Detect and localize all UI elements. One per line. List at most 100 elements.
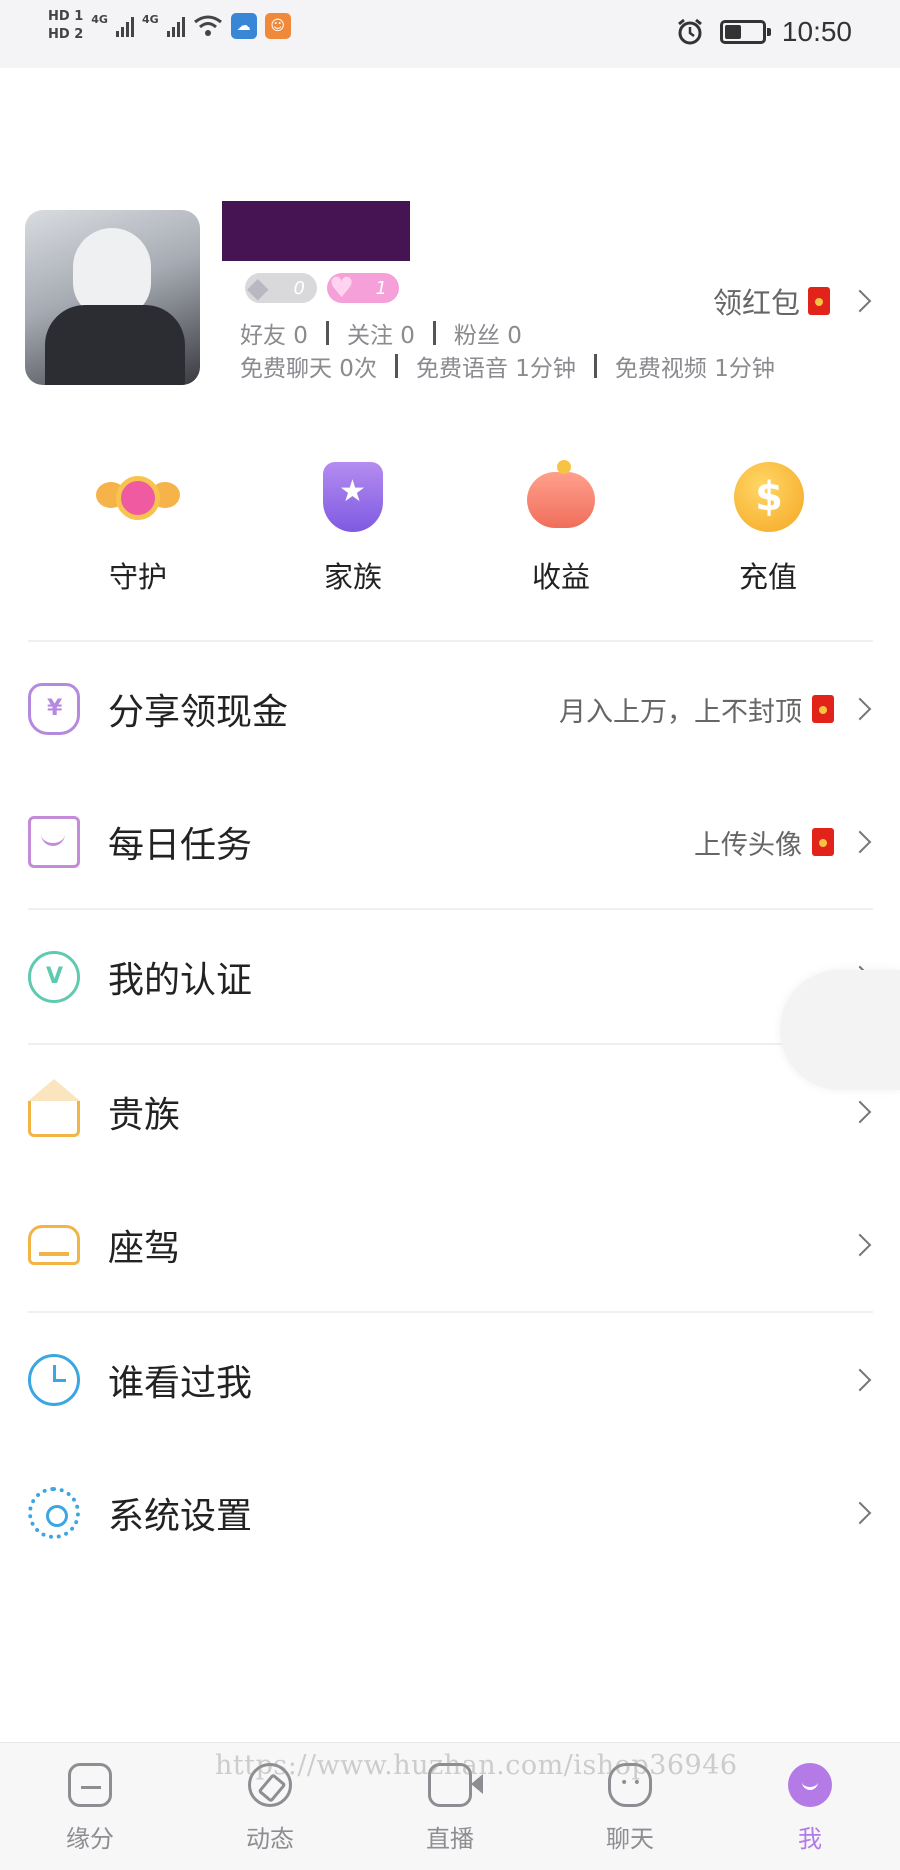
menu-item-verification[interactable]: 我的认证 <box>0 922 900 1032</box>
notification-app-icon: ☺ <box>264 13 291 39</box>
status-right: 10:50 <box>676 16 852 48</box>
network-type-1: 4G <box>91 12 108 26</box>
watermark-text: https://www.huzhan.com/ishop36946 <box>215 1750 738 1781</box>
crown-icon <box>28 1079 80 1137</box>
me-smile-icon <box>788 1763 832 1807</box>
visitor-clock-icon <box>28 1354 80 1406</box>
diamond-badge: ◆ 0 <box>245 271 317 304</box>
money-bag-icon <box>28 683 80 735</box>
signal-icon-2 <box>166 15 185 37</box>
menu-hint-text: 月入上万，上不封顶 <box>559 696 802 728</box>
section-divider <box>28 908 873 910</box>
hd1-label: HD 1 <box>48 9 84 24</box>
signal-icon-1 <box>115 15 134 37</box>
free-quota-stats: 免费聊天 0次 免费语音 1分钟 免费视频 1分钟 <box>240 349 775 383</box>
status-bar: HD 1 HD 2 4G 4G ☁ ☺ 10:50 <box>0 0 900 68</box>
menu-item-visitors[interactable]: 谁看过我 <box>0 1325 900 1435</box>
menu-item-hint <box>848 1100 872 1124</box>
red-envelope-icon <box>808 287 830 315</box>
section-divider <box>28 1311 873 1313</box>
level-badges: ◆ 0 ♥ 1 <box>245 271 399 304</box>
family-shield-icon: ★ <box>311 460 395 540</box>
diamond-count: 0 <box>293 277 305 299</box>
battery-icon <box>719 20 771 44</box>
chevron-right-icon <box>848 289 872 313</box>
menu-item-hint: 月入上万，上不封顶 <box>559 690 872 729</box>
chevron-right-icon <box>848 1233 872 1257</box>
piggy-bank-icon <box>519 460 603 540</box>
menu-item-hint: 上传头像 <box>694 823 872 862</box>
chevron-right-icon <box>848 1368 872 1392</box>
red-envelope-icon <box>812 828 834 856</box>
task-envelope-icon <box>28 816 80 868</box>
tab-label: 缘分 <box>66 1825 114 1853</box>
social-stats: 好友 0 关注 0 粉丝 0 <box>240 316 522 350</box>
chevron-right-icon <box>848 1100 872 1124</box>
claim-red-packet-button[interactable]: 领红包 <box>712 280 872 322</box>
guard-heart-icon <box>96 460 180 540</box>
heart-icon: ♥ <box>329 271 355 304</box>
floating-assist-button[interactable] <box>780 970 900 1090</box>
tab-fate[interactable]: 缘分 <box>30 1763 150 1854</box>
stats-divider <box>325 321 329 345</box>
menu-item-hint <box>848 1368 872 1392</box>
heart-badge: ♥ 1 <box>327 271 399 304</box>
tab-label: 动态 <box>246 1825 294 1853</box>
menu-item-hint <box>848 1501 872 1525</box>
tab-label: 直播 <box>426 1825 474 1853</box>
quick-action-guard[interactable]: 守护 <box>63 460 213 596</box>
diamond-icon: ◆ <box>247 271 269 304</box>
quick-action-label: 收益 <box>531 560 590 594</box>
menu-item-label: 谁看过我 <box>108 1363 253 1404</box>
verify-badge-icon <box>28 951 80 1003</box>
quick-action-label: 守护 <box>108 560 167 594</box>
free-voice-quota: 免费语音 1分钟 <box>415 356 576 382</box>
alarm-icon <box>677 18 702 45</box>
menu-item-daily-task[interactable]: 每日任务 上传头像 <box>0 787 900 897</box>
menu-hint-text: 上传头像 <box>694 829 802 861</box>
wifi-icon <box>193 15 222 36</box>
dollar-coin-icon: $ <box>726 460 810 540</box>
tab-label: 聊天 <box>606 1825 654 1853</box>
tab-me[interactable]: 我 <box>750 1763 870 1854</box>
friends-count[interactable]: 好友 0 <box>240 316 308 350</box>
free-video-quota: 免费视频 1分钟 <box>614 356 775 382</box>
quick-action-family[interactable]: ★ 家族 <box>278 460 428 596</box>
menu-item-label: 分享领现金 <box>108 692 289 733</box>
home-icon <box>68 1763 112 1807</box>
chevron-right-icon <box>848 697 872 721</box>
menu-item-settings[interactable]: 系统设置 <box>0 1458 900 1568</box>
menu-item-label: 我的认证 <box>108 960 253 1001</box>
stats-divider <box>432 321 436 345</box>
heart-count: 1 <box>375 277 387 299</box>
status-left: HD 1 HD 2 4G 4G ☁ ☺ <box>48 10 291 42</box>
quick-action-topup[interactable]: $ 充值 <box>693 460 843 596</box>
red-envelope-icon <box>812 695 834 723</box>
menu-item-label: 贵族 <box>108 1095 181 1136</box>
following-count[interactable]: 关注 0 <box>347 316 415 350</box>
chevron-right-icon <box>848 1501 872 1525</box>
settings-gear-icon <box>28 1487 80 1539</box>
menu-item-label: 每日任务 <box>108 825 253 866</box>
hd2-label: HD 2 <box>48 27 84 42</box>
clock-time: 10:50 <box>781 16 852 47</box>
chevron-right-icon <box>848 830 872 854</box>
avatar[interactable] <box>25 210 200 385</box>
free-chat-quota: 免费聊天 0次 <box>240 356 377 382</box>
menu-item-share-cash[interactable]: 分享领现金 月入上万，上不封顶 <box>0 654 900 764</box>
fans-count[interactable]: 粉丝 0 <box>454 316 522 350</box>
username-redacted <box>222 201 410 261</box>
section-divider <box>28 640 873 642</box>
menu-item-nobility[interactable]: 贵族 <box>0 1057 900 1167</box>
menu-item-vehicle[interactable]: 座驾 <box>0 1190 900 1300</box>
cloud-app-icon: ☁ <box>230 13 257 39</box>
stats-divider <box>394 354 398 378</box>
section-divider <box>28 1043 873 1045</box>
menu-item-hint <box>848 1233 872 1257</box>
menu-item-label: 系统设置 <box>108 1496 253 1537</box>
red-packet-label: 领红包 <box>712 286 800 320</box>
quick-action-income[interactable]: 收益 <box>486 460 636 596</box>
tab-label: 我 <box>798 1825 822 1853</box>
stats-divider <box>593 354 597 378</box>
quick-action-label: 家族 <box>323 560 382 594</box>
